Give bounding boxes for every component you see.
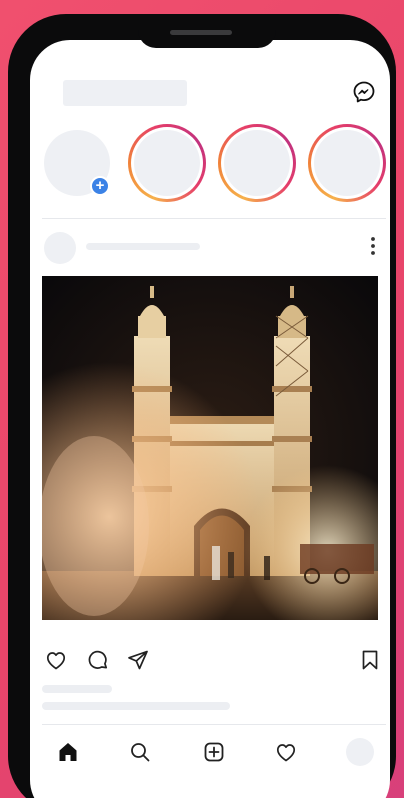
comment-icon[interactable] <box>86 648 110 672</box>
profile-avatar[interactable] <box>346 738 374 766</box>
phone-speaker <box>170 30 232 35</box>
story-item[interactable] <box>128 124 206 202</box>
home-icon[interactable] <box>56 740 80 764</box>
post-image[interactable] <box>42 276 378 620</box>
likes-count-placeholder <box>42 685 112 693</box>
story-item[interactable] <box>218 124 296 202</box>
bottom-nav-divider <box>42 724 386 725</box>
bookmark-icon[interactable] <box>358 648 382 672</box>
heart-icon[interactable] <box>44 648 68 672</box>
story-avatar <box>314 130 380 196</box>
search-icon[interactable] <box>128 740 152 764</box>
stories-divider <box>42 218 386 219</box>
add-post-icon[interactable] <box>202 740 226 764</box>
share-icon[interactable] <box>126 648 150 672</box>
story-avatar <box>134 130 200 196</box>
story-item[interactable] <box>308 124 386 202</box>
app-screen: + <box>30 40 390 798</box>
post-author-name-placeholder[interactable] <box>86 243 200 250</box>
caption-placeholder <box>42 702 230 710</box>
messenger-icon[interactable] <box>352 80 376 104</box>
phone-frame: + <box>8 14 396 798</box>
activity-heart-icon[interactable] <box>274 740 298 764</box>
story-avatar <box>224 130 290 196</box>
more-options-icon[interactable] <box>370 236 376 256</box>
phone-notch <box>138 24 276 48</box>
plus-icon[interactable]: + <box>90 176 110 196</box>
app-title-placeholder <box>63 80 187 106</box>
post-author-avatar[interactable] <box>44 232 76 264</box>
